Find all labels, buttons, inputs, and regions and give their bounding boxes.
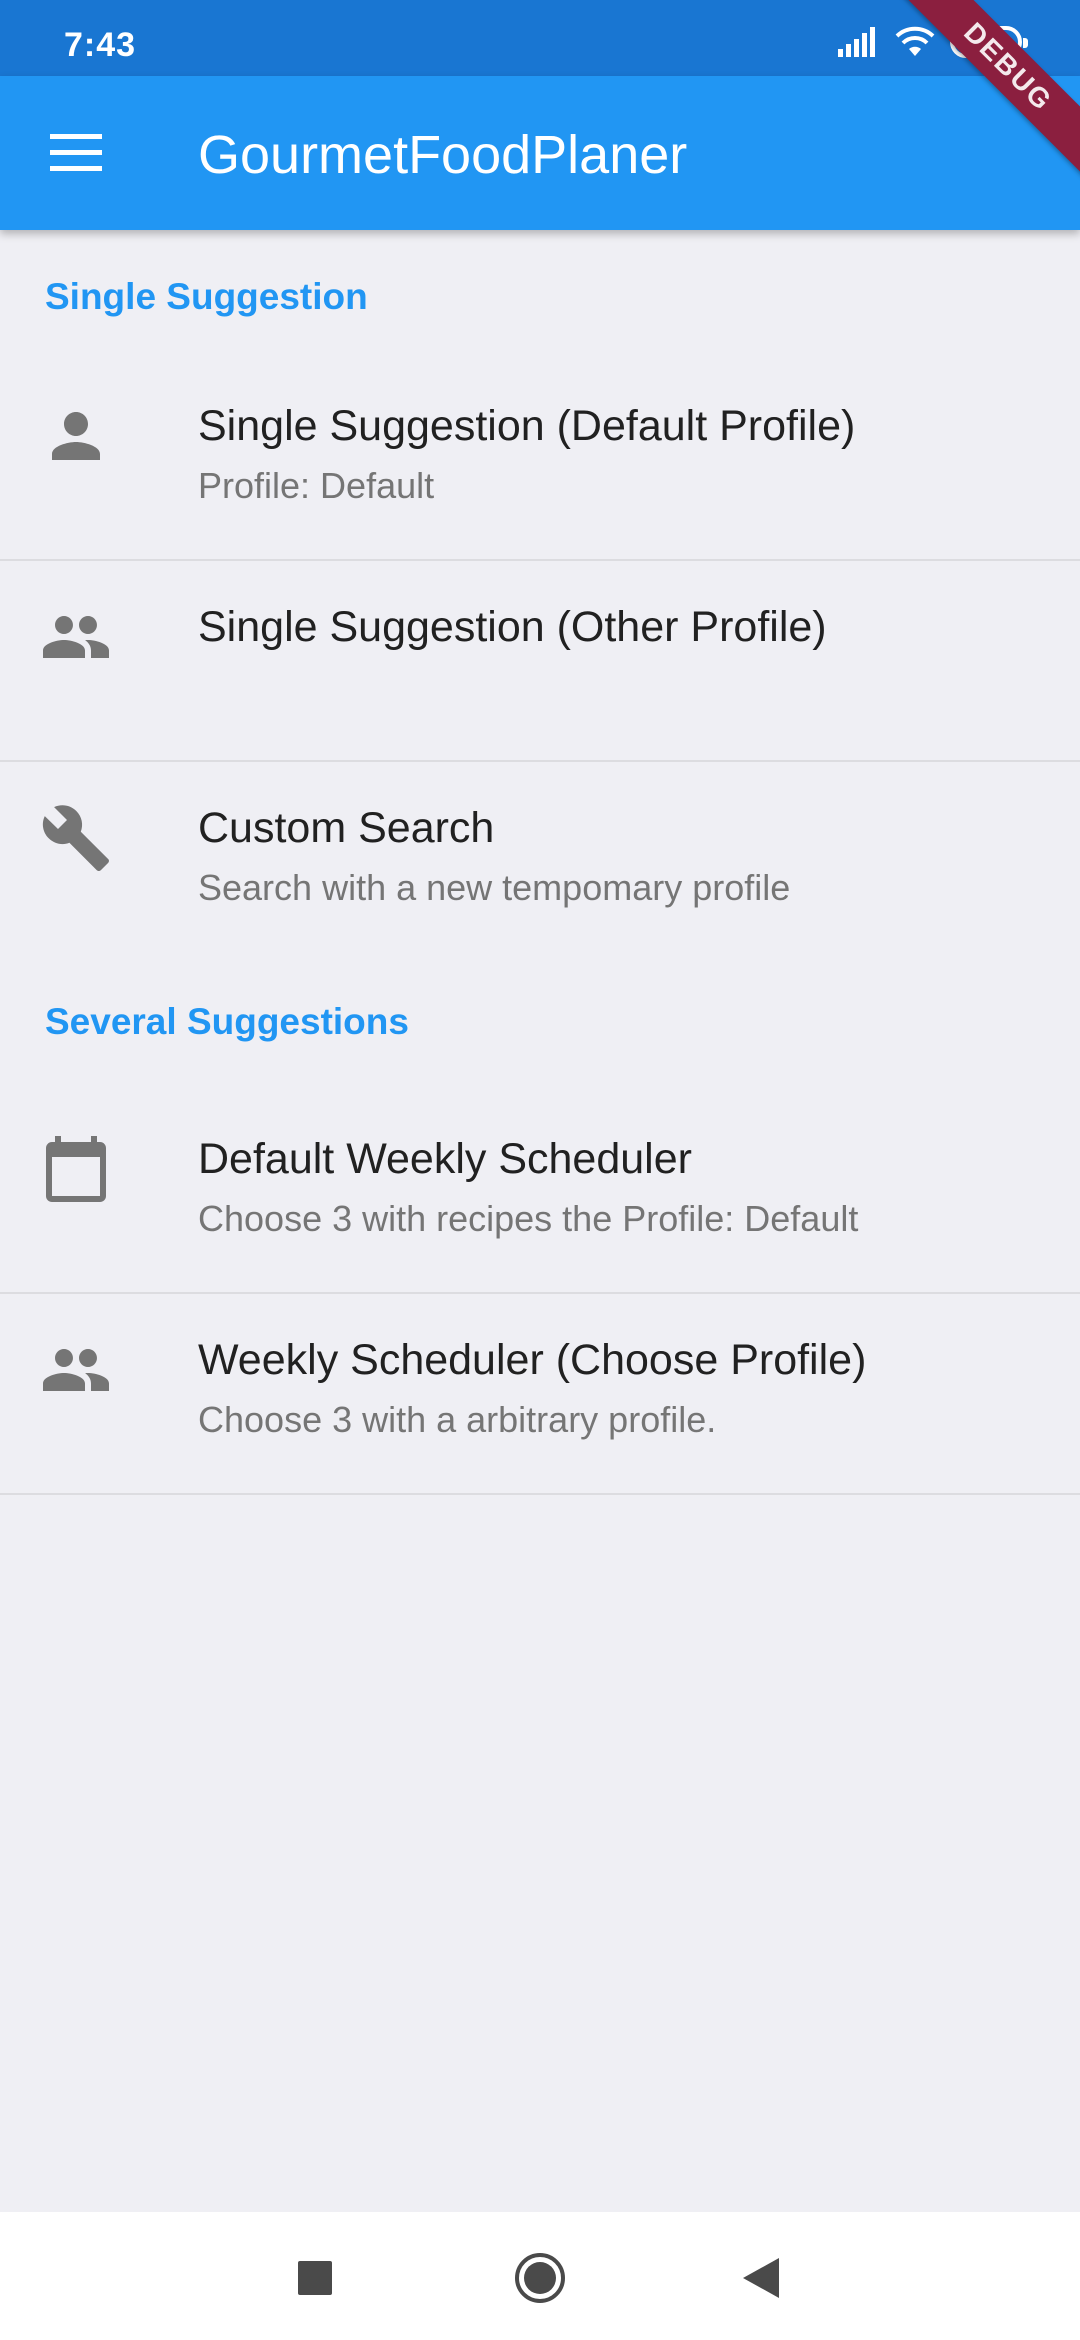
wrench-icon	[42, 805, 109, 871]
back-icon	[743, 2258, 779, 2298]
home-icon	[515, 2253, 565, 2303]
status-time: 7:43	[64, 26, 137, 64]
item-subtitle: Choose 3 with recipes the Profile: Defau…	[198, 1198, 859, 1239]
item-title: Custom Search	[198, 804, 495, 852]
item-title: Single Suggestion (Other Profile)	[198, 603, 827, 651]
list-item-custom-search[interactable]: Custom Search Search with a new tempomar…	[0, 762, 1080, 963]
main-list: Single Suggestion Single Suggestion (Def…	[0, 230, 1080, 1495]
item-title: Single Suggestion (Default Profile)	[198, 402, 856, 450]
calendar-icon	[46, 1136, 106, 1202]
item-subtitle: Profile: Default	[198, 465, 435, 506]
status-bar: 7:43 49	[0, 0, 1080, 76]
item-subtitle: Choose 3 with a arbitrary profile.	[198, 1399, 717, 1440]
section-header-single: Single Suggestion	[45, 276, 368, 317]
list-item-default-weekly[interactable]: Default Weekly Scheduler Choose 3 with r…	[0, 1093, 1080, 1294]
recents-button[interactable]	[275, 2238, 355, 2318]
person-icon	[52, 412, 100, 460]
menu-button[interactable]	[30, 111, 122, 195]
list-item-weekly-choose[interactable]: Weekly Scheduler (Choose Profile) Choose…	[0, 1294, 1080, 1495]
wifi-icon	[895, 26, 935, 56]
people-icon	[43, 1349, 109, 1391]
home-button[interactable]	[500, 2238, 580, 2318]
recents-icon	[298, 2261, 332, 2295]
item-subtitle: Search with a new tempomary profile	[198, 867, 791, 908]
signal-icon	[838, 27, 875, 57]
people-icon	[43, 616, 109, 658]
menu-icon	[50, 134, 102, 171]
item-title: Default Weekly Scheduler	[198, 1135, 692, 1183]
section-header-several: Several Suggestions	[45, 1001, 409, 1042]
system-nav-bar	[0, 2212, 1080, 2340]
page-title: GourmetFoodPlaner	[198, 125, 688, 185]
item-title: Weekly Scheduler (Choose Profile)	[198, 1336, 867, 1384]
back-button[interactable]	[722, 2238, 802, 2318]
list-item-single-other[interactable]: Single Suggestion (Other Profile)	[0, 561, 1080, 762]
app-bar: GourmetFoodPlaner	[0, 76, 1080, 230]
list-item-single-default[interactable]: Single Suggestion (Default Profile) Prof…	[0, 360, 1080, 561]
